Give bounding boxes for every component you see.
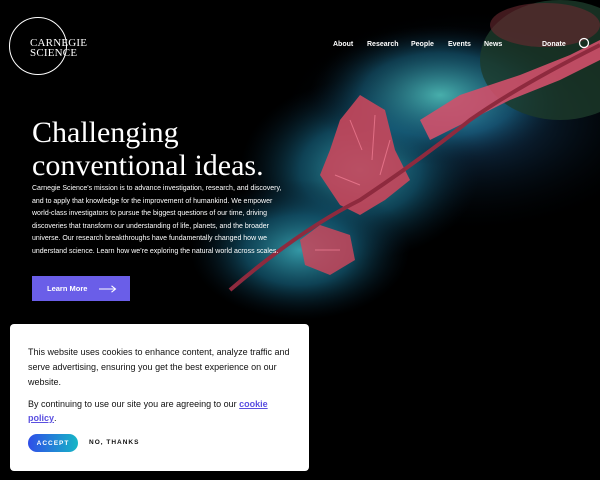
accept-button[interactable]: ACCEPT xyxy=(28,434,78,452)
nav-events[interactable]: Events xyxy=(448,41,471,48)
cookie-consent-prefix: By continuing to use our site you are ag… xyxy=(28,399,240,409)
cookie-message: This website uses cookies to enhance con… xyxy=(28,347,290,387)
mission-text: Carnegie Science's mission is to advance… xyxy=(32,185,282,255)
cookie-consent-text: By continuing to use our site you are ag… xyxy=(28,397,298,425)
nav-research[interactable]: Research xyxy=(367,41,399,48)
arrow-right-icon xyxy=(99,284,117,293)
cookie-consent-suffix: . xyxy=(54,413,57,423)
cookie-banner: This website uses cookies to enhance con… xyxy=(10,324,309,471)
site-header: CARNEGIE SCIENCE About Research People E… xyxy=(0,0,600,90)
learn-more-label: Learn More xyxy=(47,284,88,293)
hero-headline: Challenging conventional ideas. xyxy=(32,116,264,182)
nav-about[interactable]: About xyxy=(333,41,353,48)
nav-people[interactable]: People xyxy=(411,41,434,48)
headline-line1: Challenging xyxy=(32,116,179,149)
search-icon[interactable] xyxy=(578,37,590,49)
nav-donate[interactable]: Donate xyxy=(542,41,566,48)
headline-line2: conventional ideas. xyxy=(32,149,264,182)
learn-more-button[interactable]: Learn More xyxy=(32,276,130,301)
no-thanks-button[interactable]: NO, THANKS xyxy=(89,439,139,446)
main-nav: About Research People Events News Donate xyxy=(0,41,600,53)
nav-news[interactable]: News xyxy=(484,41,502,48)
